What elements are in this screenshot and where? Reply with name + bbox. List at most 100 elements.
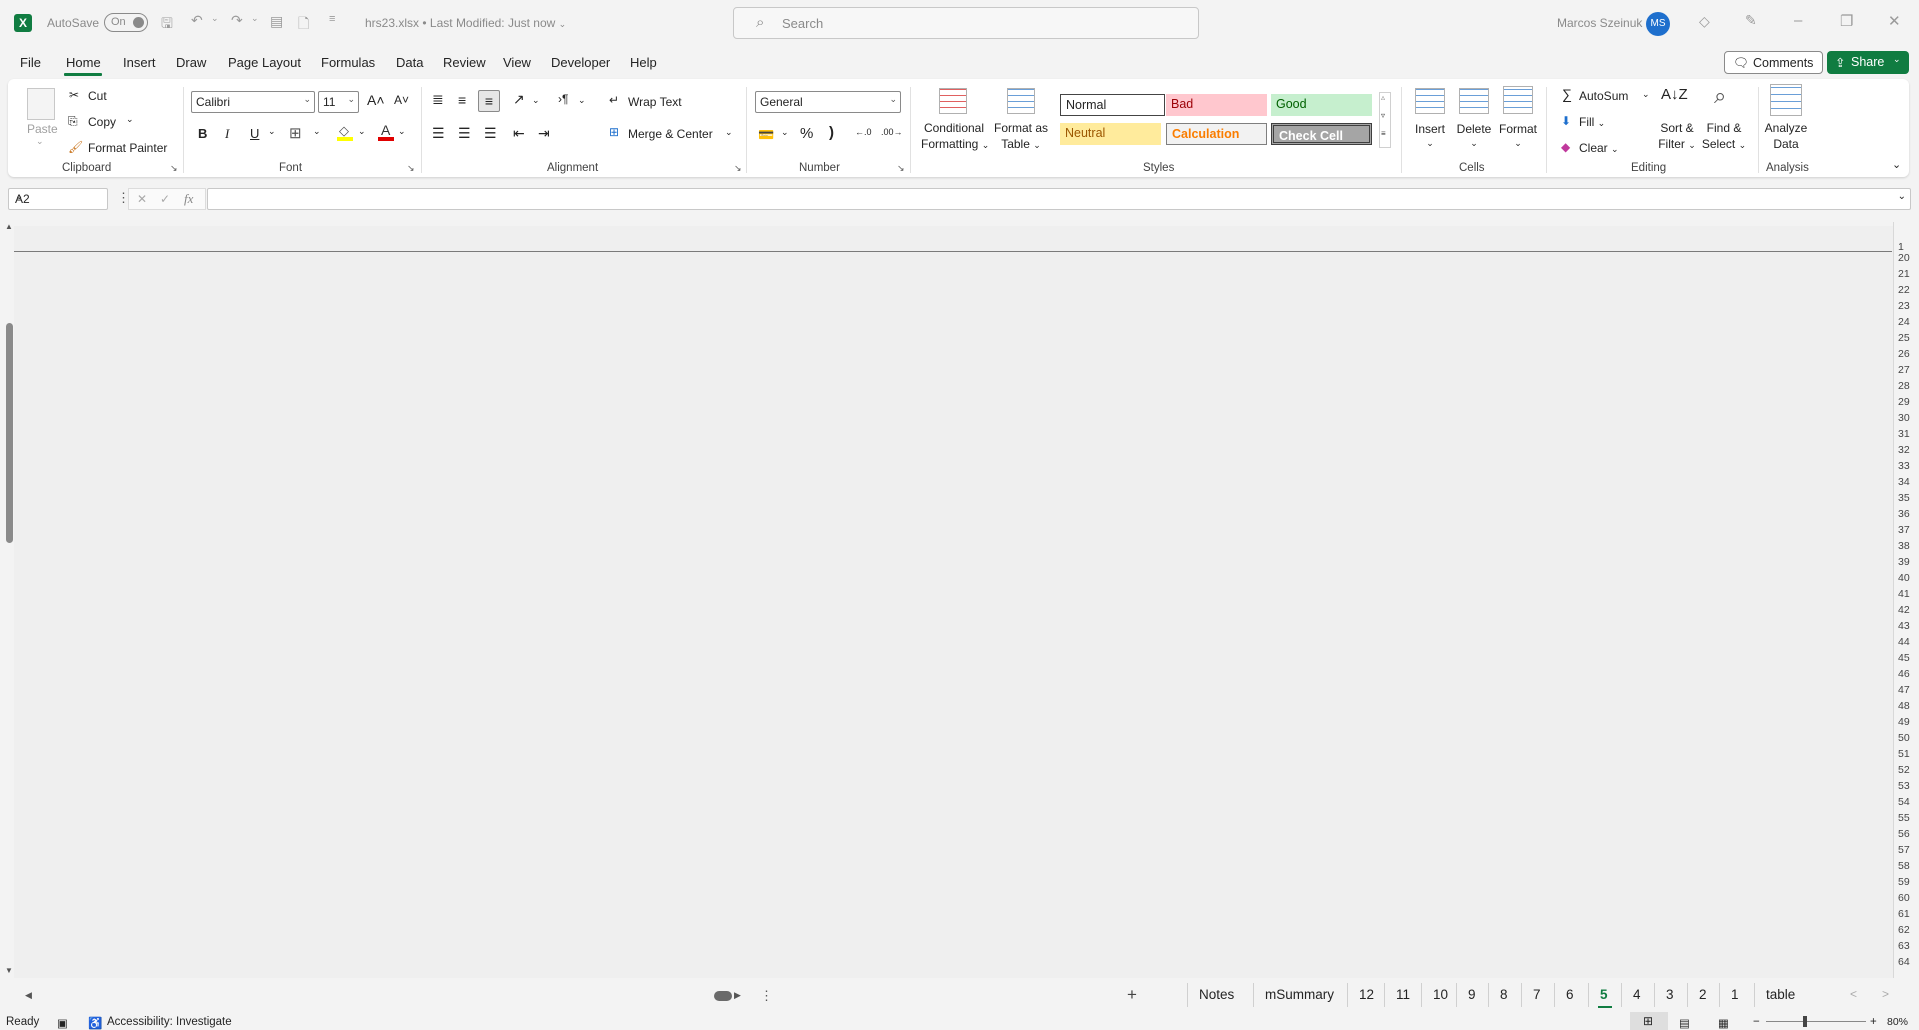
row-header[interactable]: 30 — [1898, 412, 1919, 424]
row-header[interactable]: 33 — [1898, 460, 1919, 472]
row-header[interactable]: 61 — [1898, 908, 1919, 920]
orientation-dropdown-icon[interactable]: ⌄ — [532, 95, 540, 106]
undo-dropdown-icon[interactable]: ⌄ — [211, 13, 219, 24]
sheet-tab[interactable]: 7 — [1533, 987, 1541, 1002]
sheet-tab[interactable]: 9 — [1468, 987, 1476, 1002]
underline-button[interactable]: U — [250, 126, 259, 141]
paste-icon[interactable] — [27, 88, 55, 120]
row-header[interactable]: 37 — [1898, 524, 1919, 536]
row-header[interactable]: 42 — [1898, 604, 1919, 616]
row-header[interactable]: 44 — [1898, 636, 1919, 648]
font-launcher-icon[interactable]: ↘ — [407, 163, 415, 174]
zoom-level[interactable]: 80% — [1887, 1016, 1908, 1028]
accounting-dropdown-icon[interactable]: ⌄ — [781, 127, 789, 138]
normal-view-button[interactable]: ⊞ — [1630, 1012, 1668, 1030]
sheet-tab[interactable]: 12 — [1359, 987, 1374, 1002]
italic-button[interactable]: I — [225, 126, 229, 142]
row-header[interactable]: 35 — [1898, 492, 1919, 504]
customize-qat-icon[interactable]: ≡ — [329, 13, 335, 25]
increase-font-icon[interactable]: A˄ — [367, 92, 385, 108]
form-icon[interactable]: ▤ — [270, 13, 283, 30]
comments-button[interactable]: 🗨 Comments — [1724, 51, 1823, 74]
style-good[interactable]: Good — [1271, 94, 1372, 116]
scroll-right-icon[interactable]: ▶ — [734, 990, 741, 1001]
sheet-tab[interactable]: 5 — [1600, 987, 1608, 1002]
page-layout-view-button[interactable]: ▤ — [1679, 1016, 1690, 1030]
row-header[interactable]: 57 — [1898, 844, 1919, 856]
comma-style-icon[interactable]: ) — [829, 124, 834, 141]
clear-button[interactable]: Clear ⌄ — [1579, 141, 1619, 155]
row-header[interactable]: 48 — [1898, 700, 1919, 712]
avatar[interactable]: MS — [1646, 12, 1670, 36]
row-header[interactable]: 54 — [1898, 796, 1919, 808]
cut-button[interactable]: Cut — [88, 89, 107, 103]
decrease-indent-icon[interactable]: ⇤ — [513, 125, 525, 142]
autosum-dropdown-icon[interactable]: ⌄ — [1642, 89, 1650, 100]
page-break-view-button[interactable]: ▦ — [1718, 1016, 1729, 1030]
fill-color-dropdown-icon[interactable]: ⌄ — [358, 126, 366, 137]
autosum-button[interactable]: AutoSum — [1579, 89, 1628, 103]
row-header[interactable]: 21 — [1898, 268, 1919, 280]
sheet-tab[interactable]: 11 — [1396, 987, 1410, 1002]
row-header[interactable]: 31 — [1898, 428, 1919, 440]
format-as-table-icon[interactable] — [1007, 88, 1035, 114]
fill-button[interactable]: Fill ⌄ — [1579, 115, 1605, 129]
align-right-icon[interactable]: ☰ — [484, 125, 497, 142]
wrap-text-button[interactable]: Wrap Text — [628, 95, 682, 109]
sheet-tab[interactable]: 6 — [1566, 987, 1574, 1002]
row-header[interactable]: 58 — [1898, 860, 1919, 872]
row-header[interactable]: 40 — [1898, 572, 1919, 584]
accessibility-status[interactable]: Accessibility: Investigate — [107, 1016, 232, 1028]
copy-dropdown-icon[interactable]: ⌄ — [126, 114, 134, 125]
style-check-cell[interactable]: Check Cell — [1271, 123, 1372, 145]
decrease-decimal-icon[interactable]: .00→ — [881, 127, 903, 137]
style-bad[interactable]: Bad — [1166, 94, 1267, 116]
percent-style-icon[interactable]: % — [800, 125, 813, 142]
row-header[interactable]: 50 — [1898, 732, 1919, 744]
row-header[interactable]: 27 — [1898, 364, 1919, 376]
row-header[interactable]: 59 — [1898, 876, 1919, 888]
tab-split-handle[interactable]: ⋮ — [760, 988, 773, 1004]
row-header[interactable]: 25 — [1898, 332, 1919, 344]
ribbon-collapse-icon[interactable]: ⌄ — [1892, 158, 1901, 171]
row-header[interactable]: 56 — [1898, 828, 1919, 840]
alignment-launcher-icon[interactable]: ↘ — [734, 163, 742, 174]
sheet-tab[interactable]: 2 — [1699, 987, 1707, 1002]
tab-help[interactable]: Help — [630, 55, 657, 70]
accessibility-icon[interactable]: ♿ — [88, 1016, 102, 1030]
sheet-tab[interactable]: table — [1766, 987, 1795, 1002]
name-box[interactable]: A2 ⌄ — [8, 188, 108, 210]
zoom-in-button[interactable]: + — [1870, 1016, 1877, 1028]
insert-cells-button[interactable]: Insert ⌄ — [1413, 122, 1447, 149]
tabs-next-icon[interactable]: > — [1882, 987, 1889, 1001]
row-header[interactable]: 43 — [1898, 620, 1919, 632]
tab-draw[interactable]: Draw — [176, 55, 206, 70]
row-header[interactable]: 34 — [1898, 476, 1919, 488]
copy-button[interactable]: Copy — [88, 115, 116, 129]
font-name-combo[interactable]: Calibri ⌄ — [191, 91, 315, 113]
find-select-button[interactable]: Find & Select ⌄ — [1700, 121, 1748, 151]
tab-data[interactable]: Data — [396, 55, 423, 70]
row-header[interactable]: 36 — [1898, 508, 1919, 520]
redo-dropdown-icon[interactable]: ⌄ — [251, 13, 259, 24]
gallery-up-icon[interactable]: ▵ — [1381, 93, 1385, 102]
row-header[interactable]: 47 — [1898, 684, 1919, 696]
scroll-up-icon[interactable]: ▲ — [5, 222, 13, 231]
sheet-tab[interactable]: 10 — [1433, 987, 1448, 1002]
number-launcher-icon[interactable]: ↘ — [897, 163, 905, 174]
new-sheet-button[interactable]: + — [1127, 985, 1137, 1005]
tab-review[interactable]: Review — [443, 55, 486, 70]
row-header[interactable]: 32 — [1898, 444, 1919, 456]
premium-diamond-icon[interactable]: ◇ — [1699, 13, 1710, 30]
row-header[interactable]: 22 — [1898, 284, 1919, 296]
row-header[interactable]: 45 — [1898, 652, 1919, 664]
formula-input[interactable]: ⌄ — [207, 188, 1911, 210]
format-cells-button[interactable]: Format ⌄ — [1497, 122, 1539, 149]
zoom-out-button[interactable]: − — [1753, 1016, 1760, 1028]
fill-color-icon[interactable]: ◇ — [337, 123, 353, 141]
borders-dropdown-icon[interactable]: ⌄ — [313, 126, 321, 137]
increase-indent-icon[interactable]: ⇥ — [538, 125, 550, 142]
horizontal-scroll-thumb[interactable] — [714, 991, 732, 1001]
delete-cells-button[interactable]: Delete ⌄ — [1455, 122, 1493, 149]
row-header[interactable]: 24 — [1898, 316, 1919, 328]
